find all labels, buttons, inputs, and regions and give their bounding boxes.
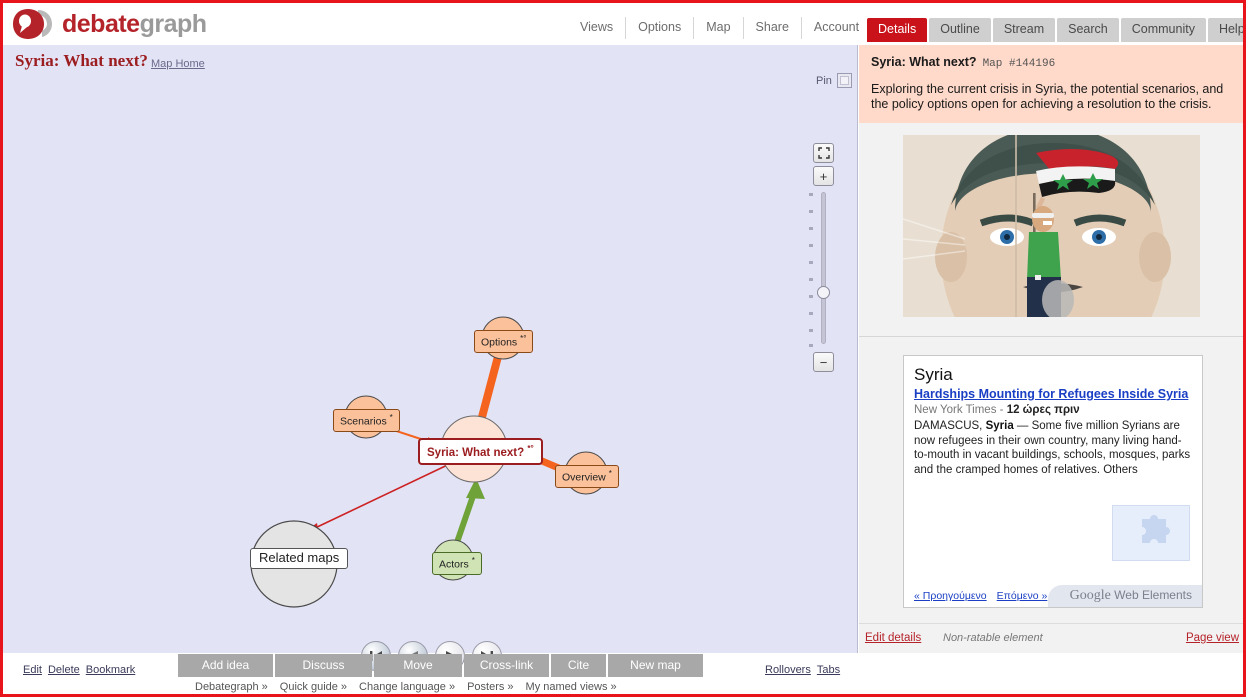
- nav-item-share[interactable]: Share: [743, 17, 802, 39]
- google-web-elements-brand: Google Web Elements: [1047, 585, 1202, 607]
- pin-control[interactable]: Pin: [816, 73, 852, 88]
- panel-tabs: Details Outline Stream Search Community …: [867, 18, 1243, 42]
- tab-search[interactable]: Search: [1057, 18, 1119, 42]
- node-related-maps[interactable]: Related maps: [250, 548, 349, 569]
- discuss-button[interactable]: Discuss: [275, 654, 372, 677]
- map-panel[interactable]: Syria: What next? Map Home Pin + − Optio…: [3, 45, 858, 676]
- news-time: 12 ώρες πριν: [1006, 404, 1080, 416]
- zoom-slider-handle[interactable]: [817, 286, 830, 299]
- news-next-link[interactable]: Επόμενο »: [997, 590, 1048, 602]
- view-option-links: Rollovers Tabs: [765, 664, 846, 676]
- edge-actors-center: [451, 478, 485, 552]
- news-prev-link[interactable]: « Προηγούμενο: [914, 590, 987, 602]
- ratable-note: Non-ratable element: [943, 632, 1043, 644]
- logo-text-part1: debate: [62, 9, 140, 38]
- footer-link-change-language[interactable]: Change language »: [359, 681, 455, 693]
- speech-head-icon: [12, 7, 56, 41]
- bookmark-link[interactable]: Bookmark: [86, 664, 136, 676]
- footer-link-debategraph[interactable]: Debategraph »: [195, 681, 268, 693]
- action-bar: Add idea Discuss Move Cross-link Cite Ne…: [178, 654, 703, 677]
- zoom-in-button[interactable]: +: [813, 166, 834, 186]
- pin-checkbox[interactable]: [836, 73, 852, 88]
- zoom-out-button[interactable]: −: [813, 352, 834, 372]
- details-title: Syria: What next?: [871, 55, 977, 69]
- app-header: debategraph Views Options Map Share Acco…: [3, 3, 1243, 45]
- page-view-link[interactable]: Page view: [1186, 632, 1239, 644]
- news-keyword: Syria: [914, 365, 953, 384]
- details-header: Syria: What next? Map #144196 Exploring t…: [859, 45, 1243, 123]
- tabs-link[interactable]: Tabs: [817, 664, 840, 676]
- footer-links: Debategraph » Quick guide » Change langu…: [195, 681, 617, 693]
- details-map-id: Map #144196: [982, 58, 1056, 70]
- news-content: Syria Hardships Mounting for Refugees In…: [904, 356, 1202, 477]
- logo-text-part2: graph: [139, 9, 207, 38]
- logo-text: debategraph: [62, 9, 207, 38]
- add-idea-button[interactable]: Add idea: [178, 654, 273, 677]
- footer-link-posters[interactable]: Posters »: [467, 681, 513, 693]
- delete-link[interactable]: Delete: [48, 664, 80, 676]
- new-map-button[interactable]: New map: [608, 654, 703, 677]
- tab-outline[interactable]: Outline: [929, 18, 991, 42]
- zoom-slider-track[interactable]: [821, 192, 826, 344]
- edit-link[interactable]: Edit: [23, 664, 42, 676]
- details-photo-wrap: [859, 123, 1243, 337]
- details-panel: Syria: What next? Map #144196 Exploring t…: [859, 45, 1243, 653]
- node-edit-links: Edit Delete Bookmark: [23, 664, 141, 676]
- map-title-bar: Syria: What next? Map Home: [3, 45, 857, 81]
- node-scenarios[interactable]: Scenarios *: [333, 409, 400, 432]
- tab-help[interactable]: Help: [1207, 18, 1243, 42]
- footer-link-quick-guide[interactable]: Quick guide »: [280, 681, 347, 693]
- footer-link-my-named-views[interactable]: My named views »: [526, 681, 617, 693]
- details-description: Exploring the current crisis in Syria, t…: [871, 82, 1224, 111]
- nav-item-options[interactable]: Options: [626, 17, 695, 39]
- nav-item-views[interactable]: Views: [568, 17, 627, 39]
- edge-center-related: [297, 459, 459, 537]
- node-options[interactable]: Options *°: [474, 330, 534, 353]
- tab-stream[interactable]: Stream: [992, 18, 1056, 42]
- rollovers-link[interactable]: Rollovers: [765, 664, 811, 676]
- fit-screen-icon[interactable]: [813, 143, 834, 163]
- cross-link-button[interactable]: Cross-link: [464, 654, 549, 677]
- tab-details[interactable]: Details: [867, 18, 928, 42]
- debategraph-window: debategraph Views Options Map Share Acco…: [0, 0, 1246, 697]
- news-snippet: DAMASCUS, Syria — Some five million Syri…: [914, 420, 1191, 476]
- tab-community[interactable]: Community: [1120, 18, 1206, 42]
- nav-item-account[interactable]: Account: [801, 17, 872, 39]
- news-footer: « Προηγούμενο Επόμενο » Google Web Eleme…: [904, 585, 1202, 607]
- move-button[interactable]: Move: [374, 654, 462, 677]
- logo[interactable]: debategraph: [12, 7, 207, 41]
- news-source: New York Times: [914, 404, 997, 416]
- cite-button[interactable]: Cite: [551, 654, 606, 677]
- nav-item-map[interactable]: Map: [694, 17, 744, 39]
- map-graph[interactable]: [3, 81, 803, 621]
- news-headline-link[interactable]: Hardships Mounting for Refugees Inside S…: [914, 386, 1192, 402]
- edit-details-link[interactable]: Edit details: [865, 632, 921, 644]
- map-home-link[interactable]: Map Home: [151, 58, 205, 70]
- node-actors[interactable]: Actors *: [432, 552, 482, 575]
- main-nav: Views Options Map Share Account: [568, 17, 872, 39]
- puzzle-piece-icon: [1112, 505, 1190, 561]
- page-title: Syria: What next?: [15, 51, 148, 70]
- news-widget: Syria Hardships Mounting for Refugees In…: [903, 355, 1203, 608]
- node-overview[interactable]: Overview *: [555, 465, 619, 488]
- assad-poster-photo: [902, 135, 1200, 317]
- details-footer: Edit details Non-ratable element Page vi…: [859, 623, 1243, 653]
- pin-label: Pin: [816, 74, 832, 87]
- news-meta: New York Times - 12 ώρες πριν: [914, 404, 1080, 416]
- node-center-syria-what-next[interactable]: Syria: What next? *°: [418, 438, 543, 465]
